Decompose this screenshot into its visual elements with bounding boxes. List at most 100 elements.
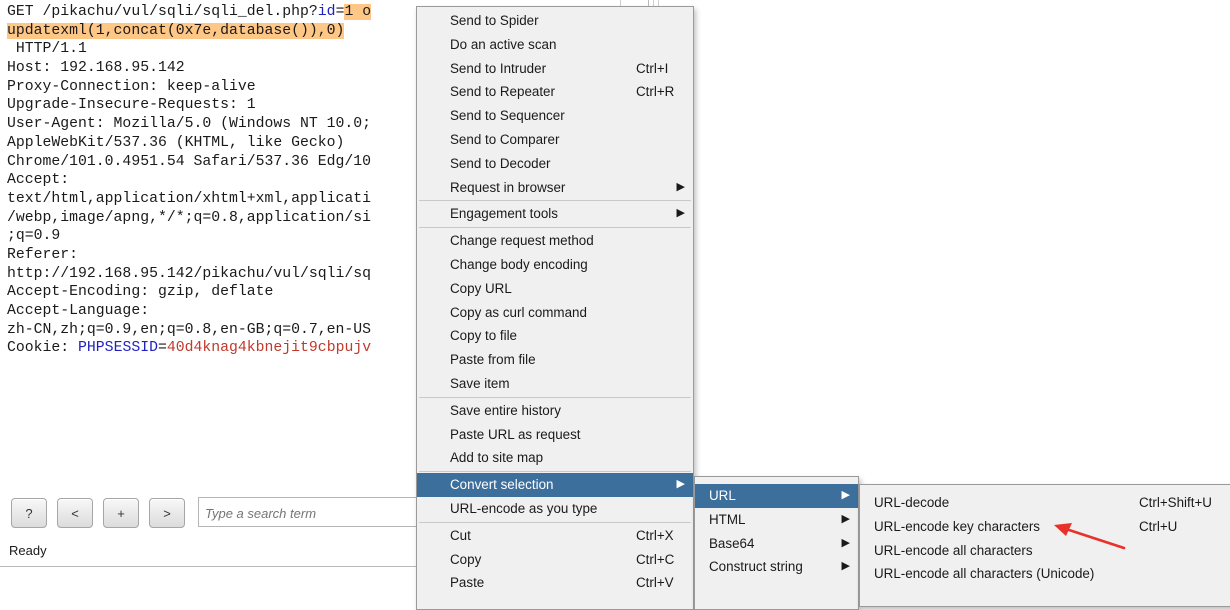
red-annotation-arrow-icon xyxy=(1054,523,1126,550)
menu-item-paste[interactable]: Paste Ctrl+V xyxy=(417,571,693,595)
menu-item-label: Save item xyxy=(450,375,510,391)
line-text: text/html,application/xhtml+xml,applicat… xyxy=(7,190,372,207)
menu-item-label: Change body encoding xyxy=(450,256,588,272)
url-item-url-encode-all-characters[interactable]: URL-encode all characters xyxy=(860,539,1230,563)
menu-item-label: Base64 xyxy=(709,535,755,551)
line-text: AppleWebKit/537.36 (KHTML, like Gecko) xyxy=(7,134,345,151)
search-field[interactable] xyxy=(198,497,418,527)
line-text: Cookie: xyxy=(7,340,79,357)
line-text: zh-CN,zh;q=0.9,en;q=0.8,en-GB;q=0.7,en-U… xyxy=(7,321,372,338)
line-text: Referer: xyxy=(7,246,79,263)
menu-item-label: Request in browser xyxy=(450,179,566,195)
menu-item-label: URL-encode as you type xyxy=(450,500,598,516)
line-text: Chrome/101.0.4951.54 Safari/537.36 Edg/1… xyxy=(7,153,372,170)
menu-item-send-to-spider[interactable]: Send to Spider xyxy=(417,9,693,33)
previous-match-button[interactable]: < xyxy=(57,498,93,528)
menu-item-convert-selection[interactable]: Convert selection ▶ xyxy=(417,473,693,497)
menu-item-label: URL xyxy=(709,488,736,503)
submenu-arrow-icon: ▶ xyxy=(676,180,685,193)
shortcut-label: Ctrl+X xyxy=(636,527,674,543)
convert-item-base64[interactable]: Base64 ▶ xyxy=(695,532,858,556)
line-text: Upgrade-Insecure-Requests: 1 xyxy=(7,97,256,114)
menu-item-request-in-browser[interactable]: Request in browser ▶ xyxy=(417,176,693,200)
line-text: Host: 192.168.95.142 xyxy=(7,60,185,77)
submenu-arrow-icon: ▶ xyxy=(841,560,850,573)
param-name: id xyxy=(317,4,336,20)
menu-item-label: HTML xyxy=(709,511,746,527)
shortcut-label: Ctrl+U xyxy=(1139,518,1178,534)
next-match-button[interactable]: > xyxy=(149,498,185,528)
menu-item-label: Construct string xyxy=(709,559,803,575)
menu-item-cut[interactable]: Cut Ctrl+X xyxy=(417,524,693,548)
menu-item-label: Paste URL as request xyxy=(450,426,581,442)
menu-item-label: Engagement tools xyxy=(450,206,558,222)
submenu-arrow-icon: ▶ xyxy=(676,478,685,491)
menu-item-send-to-sequencer[interactable]: Send to Sequencer xyxy=(417,104,693,128)
convert-selection-submenu: URL ▶ HTML ▶ Base64 ▶ Construct string ▶ xyxy=(694,476,859,610)
menu-item-send-to-comparer[interactable]: Send to Comparer xyxy=(417,128,693,152)
shortcut-label: Ctrl+Shift+U xyxy=(1139,495,1212,510)
menu-item-send-to-decoder[interactable]: Send to Decoder xyxy=(417,152,693,176)
search-input[interactable] xyxy=(203,499,407,527)
options-button[interactable]: + xyxy=(103,498,139,528)
menu-item-label: Send to Intruder xyxy=(450,60,547,76)
menu-item-label: Copy URL xyxy=(450,280,512,296)
menu-separator xyxy=(419,200,691,202)
menu-item-label: Add to site map xyxy=(450,450,544,466)
url-item-url-encode-all-characters-unicode[interactable]: URL-encode all characters (Unicode) xyxy=(860,562,1230,586)
menu-item-change-body-encoding[interactable]: Change body encoding xyxy=(417,253,693,277)
selected-text: 1 o xyxy=(344,4,372,20)
line-text: GET /pikachu/vul/sqli/sqli_del.php? xyxy=(7,4,318,20)
menu-item-paste-url-as-request[interactable]: Paste URL as request xyxy=(417,423,693,447)
url-item-url-encode-key-characters[interactable]: URL-encode key characters Ctrl+U xyxy=(860,515,1230,539)
menu-item-copy-as-curl-command[interactable]: Copy as curl command xyxy=(417,301,693,325)
menu-item-label: Copy xyxy=(450,551,482,567)
menu-item-do-an-active-scan[interactable]: Do an active scan xyxy=(417,33,693,57)
menu-item-send-to-repeater[interactable]: Send to Repeater Ctrl+R xyxy=(417,80,693,104)
line-text: Accept: xyxy=(7,172,70,189)
status-text: Ready xyxy=(9,543,47,558)
menu-item-label: Convert selection xyxy=(450,477,554,493)
menu-item-label: Send to Decoder xyxy=(450,155,551,171)
line-text: ;q=0.9 xyxy=(7,228,61,245)
menu-item-label: Copy to file xyxy=(450,328,517,344)
menu-item-copy-url[interactable]: Copy URL xyxy=(417,277,693,301)
convert-item-url[interactable]: URL ▶ xyxy=(695,484,858,508)
menu-item-copy[interactable]: Copy Ctrl+C xyxy=(417,548,693,572)
submenu-arrow-icon: ▶ xyxy=(841,536,850,549)
menu-item-label: Send to Sequencer xyxy=(450,108,565,124)
shortcut-label: Ctrl+R xyxy=(636,84,675,100)
menu-item-label: URL-encode all characters xyxy=(874,542,1033,558)
menu-separator xyxy=(419,471,691,473)
menu-item-label: Cut xyxy=(450,527,471,543)
help-button[interactable]: ? xyxy=(11,498,47,528)
menu-item-label: Save entire history xyxy=(450,402,561,418)
menu-separator xyxy=(419,227,691,229)
shortcut-label: Ctrl+V xyxy=(636,575,674,591)
param-name: PHPSESSID xyxy=(78,340,158,357)
menu-item-label: Send to Repeater xyxy=(450,84,555,100)
menu-item-paste-from-file[interactable]: Paste from file xyxy=(417,348,693,372)
menu-item-url-encode-as-you-type[interactable]: URL-encode as you type xyxy=(417,497,693,521)
menu-item-save-entire-history[interactable]: Save entire history xyxy=(417,399,693,423)
menu-item-label: Do an active scan xyxy=(450,36,557,52)
submenu-arrow-icon: ▶ xyxy=(676,207,685,220)
menu-item-save-item[interactable]: Save item xyxy=(417,372,693,396)
menu-item-copy-to-file[interactable]: Copy to file xyxy=(417,324,693,348)
menu-separator xyxy=(419,521,691,523)
menu-separator xyxy=(419,396,691,398)
selected-text: updatexml(1,concat(0x7e,database()),0) xyxy=(7,22,345,39)
submenu-arrow-icon: ▶ xyxy=(841,512,850,525)
menu-item-change-request-method[interactable]: Change request method xyxy=(417,229,693,253)
context-menu: Send to Spider Do an active scan Send to I… xyxy=(416,6,694,610)
shortcut-label: Ctrl+I xyxy=(636,60,669,76)
menu-item-label: URL-decode xyxy=(874,495,950,510)
url-item-url-decode[interactable]: URL-decode Ctrl+Shift+U xyxy=(860,491,1230,515)
convert-item-html[interactable]: HTML ▶ xyxy=(695,508,858,532)
convert-item-construct-string[interactable]: Construct string ▶ xyxy=(695,555,858,579)
menu-item-engagement-tools[interactable]: Engagement tools ▶ xyxy=(417,202,693,226)
menu-item-add-to-site-map[interactable]: Add to site map xyxy=(417,446,693,470)
menu-item-label: URL-encode all characters (Unicode) xyxy=(874,566,1095,582)
line-text: http://192.168.95.142/pikachu/vul/sqli/s… xyxy=(7,265,372,282)
menu-item-send-to-intruder[interactable]: Send to Intruder Ctrl+I xyxy=(417,57,693,81)
